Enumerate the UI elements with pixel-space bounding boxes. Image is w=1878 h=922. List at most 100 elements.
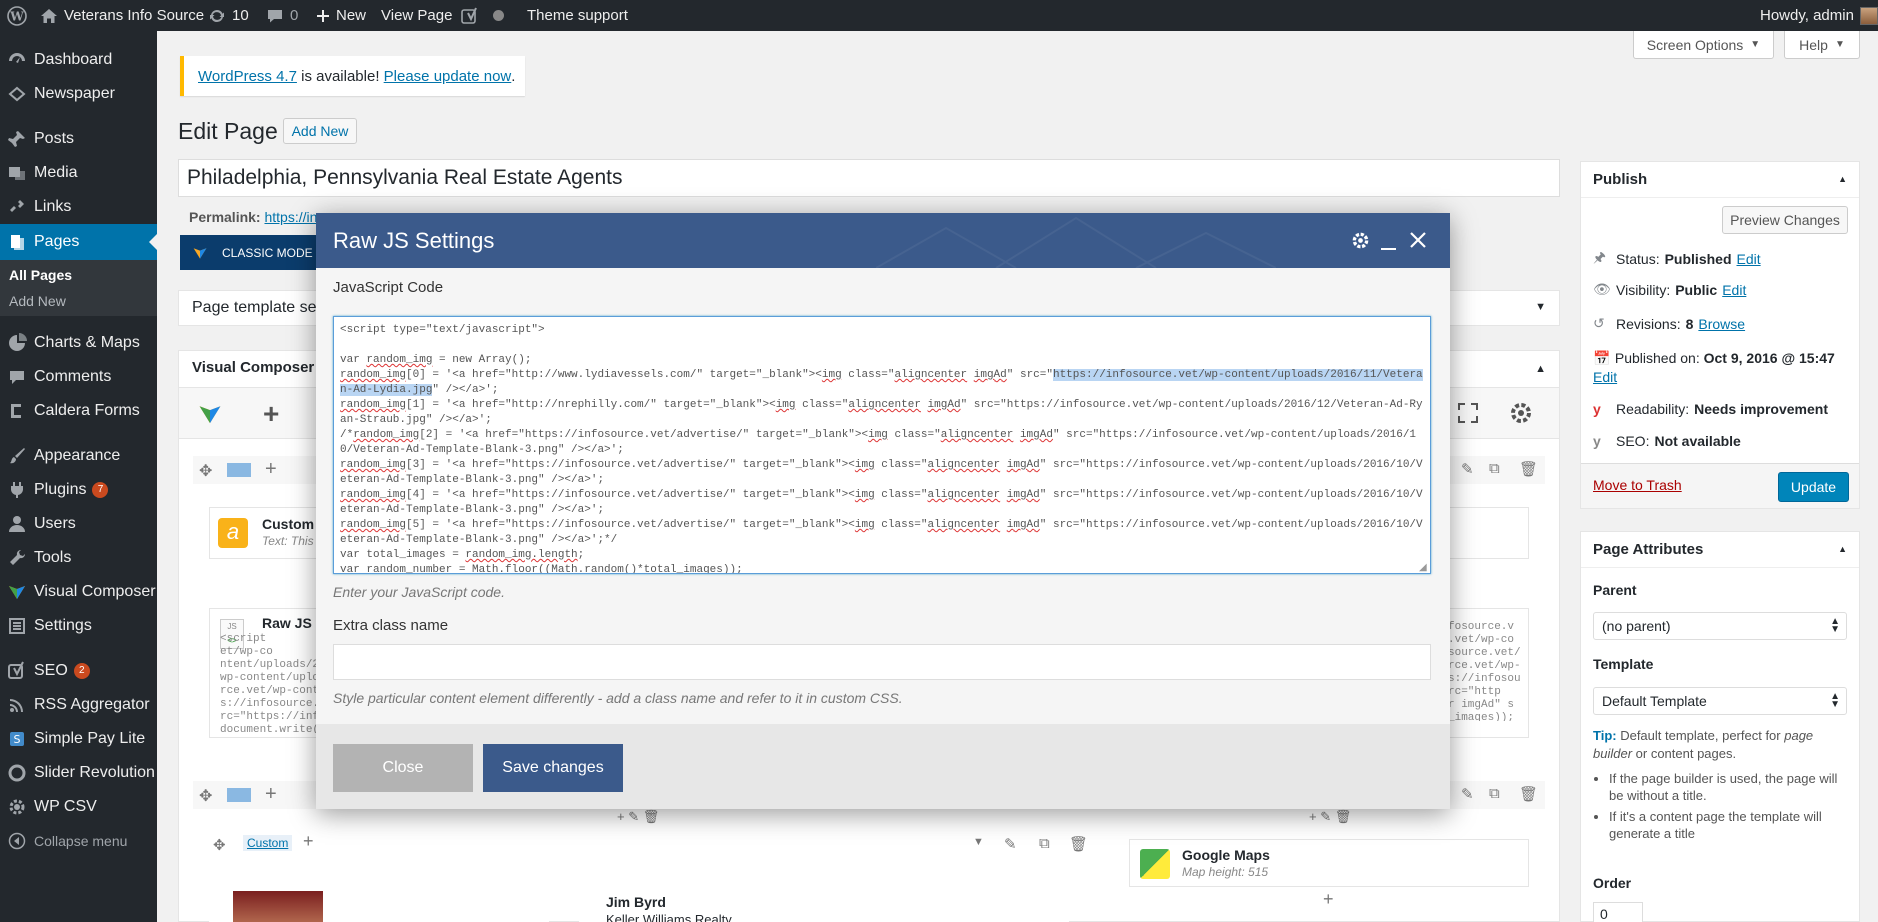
move-icon[interactable]: ✥ (199, 786, 212, 806)
yoast-seo-menu[interactable] (461, 0, 504, 31)
seo-row: y SEO: Not available (1593, 433, 1741, 449)
order-input[interactable]: 0 (1593, 902, 1643, 922)
text-block-element[interactable]: Jim Byrd Keller Williams Realty (579, 856, 1069, 922)
fullscreen-icon[interactable] (1457, 402, 1479, 424)
sidebar-item-links[interactable]: Links (0, 191, 157, 223)
sidebar-item-simple-pay-lite[interactable]: S Simple Pay Lite (0, 723, 157, 755)
classic-mode-button[interactable]: CLASSIC MODE (180, 235, 330, 270)
settings-gear-icon[interactable] (1509, 401, 1533, 425)
extra-class-input[interactable] (333, 644, 1431, 680)
column-controls[interactable]: + ✎ 🗑 (1309, 809, 1351, 825)
gear-icon[interactable] (1351, 231, 1370, 250)
add-column-icon[interactable]: + (265, 783, 277, 806)
preview-changes-button[interactable]: Preview Changes (1722, 206, 1848, 234)
javascript-code-textarea[interactable]: <script type="text/javascript"> var rand… (333, 316, 1431, 574)
sidebar-item-comments[interactable]: Comments (0, 361, 157, 393)
updates-link[interactable]: 10 (208, 0, 249, 31)
vc-logo-icon[interactable] (197, 400, 223, 428)
screen-options-label: Screen Options (1646, 36, 1744, 53)
theme-support-link[interactable]: Theme support (527, 0, 628, 31)
visibility-edit-link[interactable]: Edit (1722, 282, 1746, 298)
close-button[interactable]: Close (333, 744, 473, 792)
page-attributes-header[interactable]: Page Attributes ▲ (1581, 532, 1859, 568)
add-element-icon[interactable]: + (263, 398, 279, 430)
update-now-link[interactable]: Please update now (384, 68, 512, 85)
sidebar-item-newspaper[interactable]: Newspaper (0, 78, 157, 110)
clone-row-icon[interactable]: ⧉ (1489, 460, 1500, 477)
sidebar-item-users[interactable]: Users (0, 508, 157, 540)
update-notice: WordPress 4.7 is available! Please updat… (180, 56, 525, 96)
submenu-all-pages[interactable]: All Pages (9, 267, 72, 283)
move-to-trash-link[interactable]: Move to Trash (1593, 477, 1682, 493)
svg-text:S: S (14, 733, 21, 746)
resize-handle-icon[interactable]: ◢ (1419, 562, 1427, 573)
collapse-menu-button[interactable]: Collapse menu (0, 825, 157, 857)
parent-label: Parent (1593, 582, 1637, 598)
move-icon[interactable]: ✥ (213, 836, 226, 854)
caret-down-icon[interactable]: ▼ (973, 836, 984, 848)
add-column-icon[interactable]: + (303, 831, 314, 852)
parent-select[interactable]: (no parent) ▲ ▼ (1593, 612, 1847, 640)
site-name-link[interactable]: Veterans Info Source (40, 0, 204, 31)
screen-options-button[interactable]: Screen Options ▼ (1633, 31, 1774, 59)
clone-row-icon[interactable]: ⧉ (1489, 785, 1500, 802)
help-button[interactable]: Help ▼ (1784, 31, 1860, 59)
custom-tab[interactable]: Custom (243, 835, 293, 851)
yoast-icon (6, 661, 28, 681)
sidebar-item-charts-maps[interactable]: Charts & Maps (0, 327, 157, 359)
sidebar-item-slider-revolution[interactable]: Slider Revolution (0, 757, 157, 789)
my-account-link[interactable]: Howdy, admin (1760, 0, 1878, 31)
publish-header[interactable]: Publish ▲ (1581, 162, 1859, 198)
code-token: imgAd (973, 369, 1007, 381)
sidebar-item-appearance[interactable]: Appearance (0, 440, 157, 472)
sidebar-item-seo[interactable]: SEO 2 (0, 655, 157, 687)
sidebar-item-plugins[interactable]: Plugins 7 (0, 474, 157, 506)
published-edit-link[interactable]: Edit (1593, 368, 1855, 387)
layout-icon[interactable] (227, 788, 251, 802)
google-maps-element[interactable]: Google Maps Map height: 515 (1129, 839, 1529, 887)
sidebar-item-wp-csv[interactable]: WP CSV (0, 791, 157, 823)
title-input[interactable]: Philadelphia, Pennsylvania Real Estate A… (178, 159, 1560, 197)
save-changes-button[interactable]: Save changes (483, 744, 623, 792)
new-content-link[interactable]: New (316, 0, 366, 31)
sidebar-item-rss-aggregator[interactable]: RSS Aggregator (0, 689, 157, 721)
view-page-link[interactable]: View Page (381, 0, 452, 31)
sidebar-item-dashboard[interactable]: Dashboard (0, 44, 157, 76)
comments-link[interactable]: 0 (266, 0, 298, 31)
code-token: (Math.random()*total_images)); (544, 564, 743, 574)
sidebar-item-pages[interactable]: Pages (0, 224, 157, 260)
add-new-page-button[interactable]: Add New (283, 118, 357, 144)
wordpress-logo-icon[interactable]: W (7, 0, 27, 31)
sidebar-item-caldera-forms[interactable]: Caldera Forms (0, 395, 157, 427)
permalink-link[interactable]: https://in (264, 209, 317, 225)
edit-row-icon[interactable]: ✎ (1461, 785, 1474, 803)
column-controls[interactable]: + ✎ 🗑 (617, 809, 659, 825)
delete-icon[interactable]: 🗑 (1069, 835, 1088, 853)
move-icon[interactable]: ✥ (199, 461, 212, 481)
edit-icon[interactable]: ✎ (1004, 835, 1017, 853)
sidebar-item-visual-composer[interactable]: Visual Composer (0, 576, 157, 608)
browse-revisions-link[interactable]: Browse (1698, 316, 1745, 332)
sidebar-item-posts[interactable]: Posts (0, 123, 157, 155)
add-column-icon[interactable]: + (265, 458, 277, 481)
template-select[interactable]: Default Template ▲ ▼ (1593, 687, 1847, 715)
close-icon[interactable] (1409, 231, 1427, 249)
sidebar-item-media[interactable]: Media (0, 157, 157, 189)
clone-icon[interactable]: ⧉ (1039, 835, 1050, 852)
single-image-element[interactable] (209, 856, 549, 922)
submenu-add-new[interactable]: Add New (9, 293, 66, 309)
visibility-value: Public (1675, 281, 1718, 298)
layout-icon[interactable] (227, 463, 251, 477)
wordpress-version-link[interactable]: WordPress 4.7 (198, 68, 297, 85)
code-token: ; (577, 549, 585, 561)
sidebar-item-settings[interactable]: Settings (0, 610, 157, 642)
delete-row-icon[interactable]: 🗑 (1519, 460, 1538, 478)
sidebar-item-tools[interactable]: Tools (0, 542, 157, 574)
add-element-icon[interactable]: + (1323, 889, 1334, 910)
edit-row-icon[interactable]: ✎ (1461, 460, 1474, 478)
modal-header[interactable]: Raw JS Settings (316, 213, 1450, 268)
update-button[interactable]: Update (1778, 472, 1849, 502)
delete-row-icon[interactable]: 🗑 (1519, 785, 1538, 803)
minimize-icon[interactable] (1381, 248, 1396, 250)
status-edit-link[interactable]: Edit (1737, 251, 1761, 267)
